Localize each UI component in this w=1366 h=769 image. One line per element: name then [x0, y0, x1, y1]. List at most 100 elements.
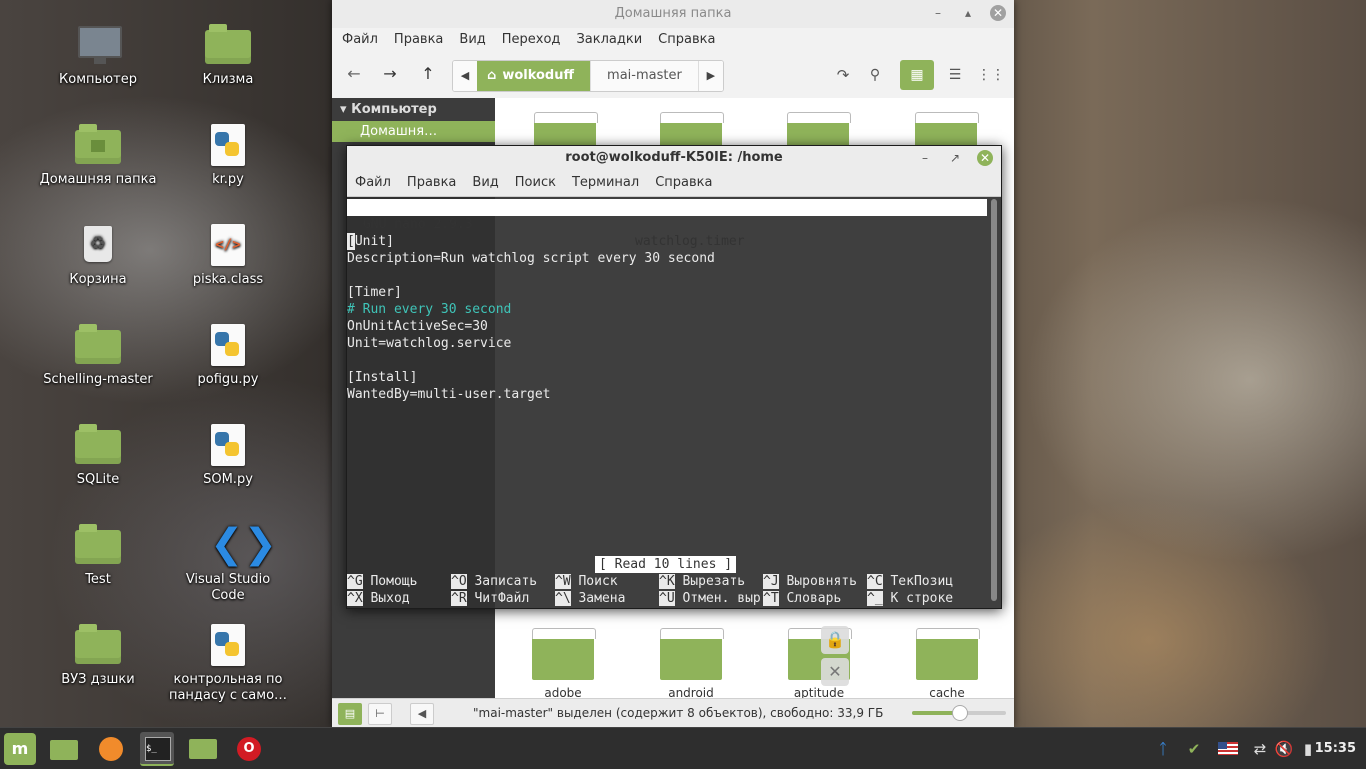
folder-icon: [74, 422, 122, 466]
folder-icon: [74, 522, 122, 566]
icon-view-icon[interactable]: ▦: [900, 60, 934, 90]
nano-shortcut: ^X Выход: [347, 590, 410, 607]
close-icon[interactable]: ✕: [977, 150, 993, 166]
breadcrumb-home[interactable]: ⌂ wolkoduff: [477, 61, 591, 91]
mint-menu-icon[interactable]: m: [4, 733, 36, 765]
fm-menu-help[interactable]: Справка: [650, 28, 723, 52]
desktop-icon[interactable]: ВУЗ дзшки: [38, 622, 158, 688]
fm-menu-view[interactable]: Вид: [451, 28, 493, 52]
terminal-window[interactable]: root@wolkoduff-K50IE: /home – ↗ ✕ Файл П…: [346, 145, 1002, 609]
shortcut-key: ^K: [659, 574, 675, 589]
shortcut-label: ЧитФайл: [474, 591, 530, 606]
desktop-icon-label: Schelling-master: [43, 372, 153, 387]
fm-menu-edit[interactable]: Правка: [386, 28, 451, 52]
folder-item[interactable]: adobe: [513, 628, 613, 699]
opera-icon[interactable]: O: [232, 732, 266, 766]
tree-sidebar-icon[interactable]: ⊢: [368, 703, 392, 725]
minimize-icon[interactable]: –: [917, 150, 933, 166]
search-icon[interactable]: ⚲: [858, 60, 892, 90]
terminal-titlebar[interactable]: root@wolkoduff-K50IE: /home – ↗ ✕: [347, 146, 1001, 170]
fm-menu-file[interactable]: Файл: [334, 28, 386, 52]
bluetooth-icon[interactable]: ᛏ: [1153, 739, 1173, 759]
desktop-icon[interactable]: </> piska.class: [168, 222, 288, 288]
desktop-icon[interactable]: SQLite: [38, 422, 158, 488]
desktop-icon[interactable]: Schelling-master: [38, 322, 158, 388]
desktop-icon[interactable]: SOM.py: [168, 422, 288, 488]
clock[interactable]: 15:35: [1315, 728, 1356, 769]
compact-view-icon[interactable]: ⋮⋮: [974, 60, 1008, 90]
terminal-menu-terminal[interactable]: Терминал: [564, 170, 647, 196]
fm-titlebar[interactable]: Домашняя папка – ▴ ✕: [332, 0, 1014, 28]
sidebar-item-home[interactable]: Домашня…: [332, 121, 495, 142]
terminal-menubar: Файл Правка Вид Поиск Терминал Справка: [347, 170, 1001, 197]
sidebar-section[interactable]: ▾ Компьютер: [332, 98, 495, 121]
folder-item[interactable]: aptitude: [769, 628, 869, 699]
folder-item[interactable]: android: [641, 628, 741, 699]
minimize-icon[interactable]: –: [930, 5, 946, 21]
nano-shortcut: ^W Поиск: [555, 573, 618, 590]
open-terminal-icon[interactable]: ↷: [826, 60, 860, 90]
breadcrumb-child[interactable]: mai-master: [590, 61, 698, 91]
breadcrumb-left-chevron-icon[interactable]: ◀: [453, 61, 477, 91]
places-sidebar-icon[interactable]: ▤: [338, 703, 362, 725]
shortcut-key: ^T: [763, 591, 779, 606]
forward-arrow-icon[interactable]: →: [376, 60, 404, 88]
terminal-menu-edit[interactable]: Правка: [399, 170, 464, 196]
folder-icon: [74, 622, 122, 666]
maximize-icon[interactable]: ▴: [960, 5, 976, 21]
code-line: [Unit]: [347, 233, 394, 250]
fm-menu-bookmarks[interactable]: Закладки: [568, 28, 650, 52]
volume-icon[interactable]: 🔇: [1274, 739, 1294, 759]
chevron-down-icon: ▾: [340, 102, 347, 117]
terminal-title: root@wolkoduff-K50IE: /home: [565, 150, 783, 165]
folder-item[interactable]: cache: [897, 628, 997, 699]
shortcut-key: ^U: [659, 591, 675, 606]
keyboard-layout-flag-icon[interactable]: [1218, 739, 1238, 759]
fm-menu-go[interactable]: Переход: [494, 28, 569, 52]
code-line: WantedBy=multi-user.target: [347, 387, 551, 402]
folder-icon: [74, 322, 122, 366]
desktop-icon[interactable]: Домашняя папка: [38, 122, 158, 188]
desktop-icon[interactable]: ♻ Корзина: [38, 222, 158, 288]
lock-icon[interactable]: 🔒: [821, 626, 849, 654]
close-icon[interactable]: ✕: [990, 5, 1006, 21]
desktop-icon[interactable]: Компьютер: [38, 22, 158, 88]
network-icon[interactable]: ⇄: [1250, 739, 1270, 759]
firefox-icon[interactable]: [94, 732, 128, 766]
breadcrumb-right-chevron-icon[interactable]: ▶: [697, 61, 723, 91]
nano-version: GNU nano 2.9.3: [363, 217, 473, 232]
desktop-icon[interactable]: контрольная по пандасу с само…: [168, 622, 288, 704]
desktop-icon-label: SQLite: [76, 472, 120, 487]
terminal-menu-view[interactable]: Вид: [464, 170, 506, 196]
nano-shortcut: ^O Записать: [451, 573, 537, 590]
desktop-icon[interactable]: ❮❯ Visual Studio Code: [168, 522, 288, 604]
zoom-slider-knob[interactable]: [952, 705, 968, 721]
terminal-body[interactable]: GNU nano 2.9.3 watchlog.timer [Unit] Desc…: [347, 197, 987, 607]
zoom-slider[interactable]: [912, 705, 1006, 721]
files-window-icon[interactable]: [186, 732, 220, 766]
breadcrumb-home-label: wolkoduff: [502, 68, 575, 83]
shortcut-label: Записать: [474, 574, 538, 589]
desktop-icon[interactable]: kr.py: [168, 122, 288, 188]
close-icon[interactable]: ✕: [821, 658, 849, 686]
maximize-icon[interactable]: ↗: [947, 150, 963, 166]
files-icon[interactable]: [46, 732, 80, 766]
desktop-icon-label: SOM.py: [203, 472, 253, 487]
shortcut-key: ^C: [867, 574, 883, 589]
code-line: [Timer]: [347, 285, 402, 300]
shield-icon[interactable]: ✔: [1184, 739, 1204, 759]
terminal-icon[interactable]: $_: [140, 732, 174, 766]
terminal-scrollbar[interactable]: [991, 199, 997, 601]
up-arrow-icon[interactable]: ↑: [414, 60, 442, 88]
back-arrow-icon[interactable]: ←: [340, 60, 368, 88]
terminal-menu-file[interactable]: Файл: [347, 170, 399, 196]
terminal-menu-search[interactable]: Поиск: [507, 170, 564, 196]
nano-shortcut: ^_ К строке: [867, 590, 953, 607]
toggle-sidebar-icon[interactable]: ◀: [410, 703, 434, 725]
desktop-icon[interactable]: Клизма: [168, 22, 288, 88]
desktop-icon[interactable]: Test: [38, 522, 158, 588]
list-view-icon[interactable]: ☰: [938, 60, 972, 90]
desktop-icon[interactable]: pofigu.py: [168, 322, 288, 388]
breadcrumb: ◀ ⌂ wolkoduff mai-master ▶: [452, 60, 724, 92]
terminal-menu-help[interactable]: Справка: [647, 170, 720, 196]
